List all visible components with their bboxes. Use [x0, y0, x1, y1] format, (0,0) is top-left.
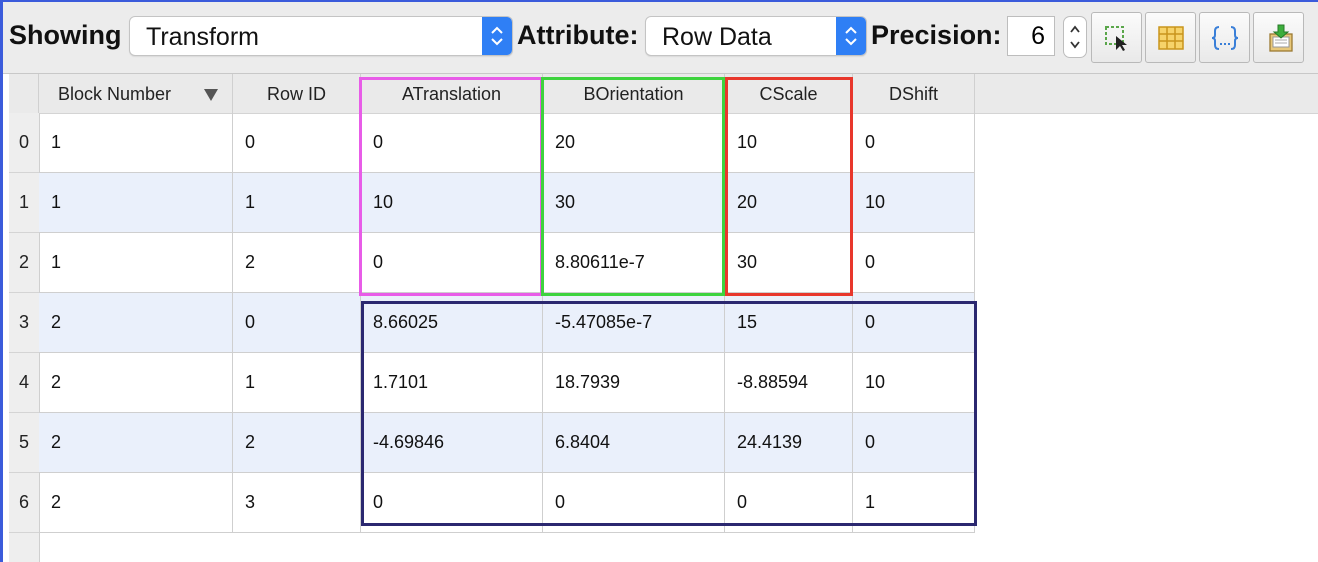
column-header-atranslation[interactable]: ATranslation	[361, 74, 543, 113]
cell-row-id[interactable]: 2	[233, 413, 361, 472]
cell-atranslation[interactable]: 8.66025	[361, 293, 543, 352]
table-row[interactable]: 2 1 1.7101 18.7939 -8.88594 10	[39, 353, 975, 413]
cell-atranslation[interactable]: 1.7101	[361, 353, 543, 412]
grid-icon	[1158, 26, 1184, 50]
column-header-dshift[interactable]: DShift	[853, 74, 975, 113]
cell-row-id[interactable]: 2	[233, 233, 361, 292]
cell-block-number[interactable]: 1	[39, 173, 233, 232]
row-number: 6	[9, 473, 39, 533]
cell-dshift[interactable]: 0	[853, 233, 975, 292]
data-table: Block Number Row ID ATranslation BOrient…	[9, 74, 1318, 562]
cell-cscale[interactable]: 0	[725, 473, 853, 532]
column-header-row-id[interactable]: Row ID	[233, 74, 361, 113]
cell-block-number[interactable]: 1	[39, 233, 233, 292]
showing-select-arrow-icon	[482, 17, 512, 55]
braces-icon	[1211, 26, 1239, 50]
cell-block-number[interactable]: 2	[39, 293, 233, 352]
table-row[interactable]: 1 2 0 8.80611e-7 30 0	[39, 233, 975, 293]
cell-cscale[interactable]: 15	[725, 293, 853, 352]
stepper-arrows-icon	[1070, 25, 1080, 49]
row-number-column: 0 1 2 3 4 5 6	[9, 113, 40, 562]
column-header-borientation[interactable]: BOrientation	[543, 74, 725, 113]
precision-label: Precision:	[871, 20, 1002, 50]
cell-borientation[interactable]: 20	[543, 113, 725, 172]
cell-row-id[interactable]: 1	[233, 173, 361, 232]
cell-row-id[interactable]: 0	[233, 293, 361, 352]
cell-cscale[interactable]: -8.88594	[725, 353, 853, 412]
import-button[interactable]	[1253, 12, 1304, 63]
showing-select-value: Transform	[146, 23, 259, 51]
header-corner	[9, 74, 39, 113]
cell-borientation[interactable]: 6.8404	[543, 413, 725, 472]
cell-cscale[interactable]: 20	[725, 173, 853, 232]
row-number: 0	[9, 113, 39, 173]
table-row[interactable]: 2 0 8.66025 -5.47085e-7 15 0	[39, 293, 975, 353]
cell-dshift[interactable]: 1	[853, 473, 975, 532]
row-number: 2	[9, 233, 39, 293]
cell-cscale[interactable]: 30	[725, 233, 853, 292]
import-icon	[1269, 24, 1293, 52]
cell-row-id[interactable]: 3	[233, 473, 361, 532]
table-header: Block Number Row ID ATranslation BOrient…	[9, 74, 1318, 114]
cell-dshift[interactable]: 0	[853, 413, 975, 472]
cell-cscale[interactable]: 24.4139	[725, 413, 853, 472]
cell-row-id[interactable]: 0	[233, 113, 361, 172]
cell-dshift[interactable]: 0	[853, 293, 975, 352]
cell-borientation[interactable]: 18.7939	[543, 353, 725, 412]
attribute-select-arrow-icon	[836, 17, 866, 55]
cell-borientation[interactable]: -5.47085e-7	[543, 293, 725, 352]
cell-borientation[interactable]: 30	[543, 173, 725, 232]
cell-dshift[interactable]: 0	[853, 113, 975, 172]
cell-block-number[interactable]: 2	[39, 473, 233, 532]
select-region-button[interactable]	[1091, 12, 1142, 63]
select-region-icon	[1105, 26, 1127, 51]
row-number: 5	[9, 413, 39, 473]
table-row[interactable]: 1 1 10 30 20 10	[39, 173, 975, 233]
row-number: 1	[9, 173, 39, 233]
cell-row-id[interactable]: 1	[233, 353, 361, 412]
attribute-label: Attribute:	[517, 20, 639, 50]
sort-descending-icon	[204, 89, 218, 101]
column-header-cscale[interactable]: CScale	[725, 74, 853, 113]
toolbar: Showing Transform Attribute: Row Data Pr…	[3, 2, 1318, 74]
row-number: 3	[9, 293, 39, 353]
precision-input[interactable]: 6	[1007, 16, 1055, 56]
row-number: 4	[9, 353, 39, 413]
showing-select[interactable]: Transform	[129, 16, 513, 56]
cell-dshift[interactable]: 10	[853, 173, 975, 232]
cell-atranslation[interactable]: 0	[361, 473, 543, 532]
precision-stepper[interactable]	[1063, 16, 1087, 58]
cell-borientation[interactable]: 8.80611e-7	[543, 233, 725, 292]
table-row[interactable]: 1 0 0 20 10 0	[39, 113, 975, 173]
cell-atranslation[interactable]: 0	[361, 233, 543, 292]
table-row[interactable]: 2 3 0 0 0 1	[39, 473, 975, 533]
cell-block-number[interactable]: 1	[39, 113, 233, 172]
column-header-label: Block Number	[58, 84, 172, 104]
cell-block-number[interactable]: 2	[39, 353, 233, 412]
cell-dshift[interactable]: 10	[853, 353, 975, 412]
window-border-left	[0, 0, 3, 562]
cell-atranslation[interactable]: 10	[361, 173, 543, 232]
grid-button[interactable]	[1145, 12, 1196, 63]
cell-borientation[interactable]: 0	[543, 473, 725, 532]
braces-button[interactable]	[1199, 12, 1250, 63]
cell-block-number[interactable]: 2	[39, 413, 233, 472]
showing-label: Showing	[9, 20, 122, 50]
cell-atranslation[interactable]: -4.69846	[361, 413, 543, 472]
attribute-select[interactable]: Row Data	[645, 16, 867, 56]
column-header-block-number[interactable]: Block Number	[39, 74, 233, 113]
cell-atranslation[interactable]: 0	[361, 113, 543, 172]
table-row[interactable]: 2 2 -4.69846 6.8404 24.4139 0	[39, 413, 975, 473]
cell-cscale[interactable]: 10	[725, 113, 853, 172]
attribute-select-value: Row Data	[662, 23, 772, 51]
